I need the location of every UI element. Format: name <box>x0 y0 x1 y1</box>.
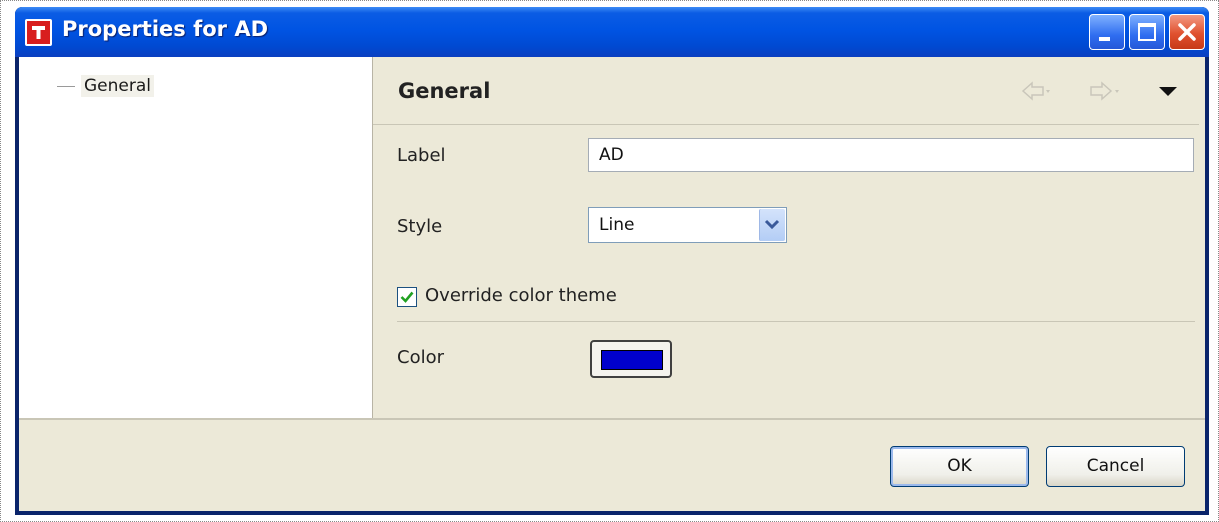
checkmark-icon <box>400 291 414 303</box>
minimize-icon <box>1099 37 1110 41</box>
style-select[interactable]: Line <box>588 207 787 243</box>
minimize-button[interactable] <box>1089 14 1125 50</box>
window-title: Properties for AD <box>62 17 269 41</box>
tree-pane: General <box>19 57 373 418</box>
menu-dropdown-icon[interactable] <box>1157 81 1179 101</box>
style-field-label: Style <box>397 216 443 237</box>
color-picker-button[interactable] <box>590 340 672 378</box>
divider <box>397 321 1195 322</box>
color-field-label: Color <box>397 347 444 368</box>
override-color-theme-checkbox[interactable] <box>397 287 417 307</box>
tree-item-label: General <box>81 75 154 97</box>
maximize-icon <box>1138 23 1156 41</box>
title-bar[interactable]: Properties for AD <box>15 7 1209 57</box>
label-field-label: Label <box>397 145 446 166</box>
button-bar-divider <box>19 418 1205 420</box>
override-color-theme-label: Override color theme <box>425 285 617 306</box>
style-select-value: Line <box>599 215 635 235</box>
dialog-client-area: General General Label AD Style Line Over… <box>19 57 1205 511</box>
cancel-button[interactable]: Cancel <box>1046 446 1185 487</box>
color-swatch <box>601 350 663 370</box>
app-icon <box>25 19 52 46</box>
properties-pane: General Label Style <box>373 57 1205 418</box>
back-arrow-icon[interactable] <box>1021 81 1051 101</box>
close-button[interactable] <box>1169 14 1205 50</box>
forward-arrow-icon[interactable] <box>1090 81 1120 101</box>
ok-button[interactable]: OK <box>890 446 1029 487</box>
maximize-button[interactable] <box>1129 14 1165 50</box>
properties-dialog: Properties for AD General General Label … <box>15 7 1209 515</box>
tree-item-general[interactable]: General <box>57 73 154 99</box>
style-select-arrow[interactable] <box>759 209 785 241</box>
section-header: General <box>373 57 1199 125</box>
label-input[interactable] <box>588 138 1194 172</box>
section-title: General <box>398 79 491 103</box>
close-icon <box>1178 23 1196 41</box>
chevron-down-icon <box>764 219 780 230</box>
